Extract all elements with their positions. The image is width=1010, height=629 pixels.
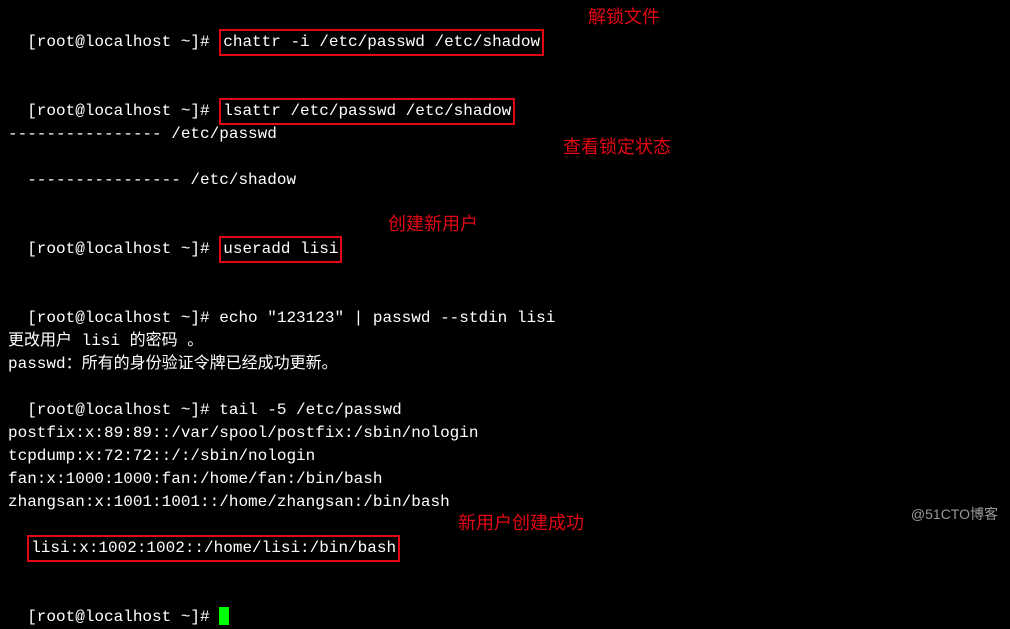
terminal-output: ---------------- /etc/passwd — [8, 123, 1010, 146]
terminal-line[interactable]: [root@localhost ~]# — [8, 583, 1010, 629]
terminal-output: passwd：所有的身份验证令牌已经成功更新。 — [8, 353, 1010, 376]
shell-prompt: [root@localhost ~]# — [27, 33, 219, 51]
cmd-chattr: chattr -i /etc/passwd /etc/shadow — [219, 29, 544, 56]
terminal-line: [root@localhost ~]# chattr -i /etc/passw… — [8, 8, 1010, 77]
shell-prompt: [root@localhost ~]# — [27, 102, 219, 120]
output-lisi: lisi:x:1002:1002::/home/lisi:/bin/bash — [27, 535, 400, 562]
shell-prompt: [root@localhost ~]# — [27, 401, 219, 419]
cmd-tail: tail -5 /etc/passwd — [219, 401, 401, 419]
terminal-output: ---------------- /etc/shadow — [27, 171, 296, 189]
terminal-output: 更改用户 lisi 的密码 。 — [8, 330, 1010, 353]
terminal-output: tcpdump:x:72:72::/:/sbin/nologin — [8, 445, 1010, 468]
annotation-unlock: 解锁文件 — [588, 6, 660, 29]
watermark: @51CTO博客 — [911, 503, 998, 526]
terminal-output: postfix:x:89:89::/var/spool/postfix:/sbi… — [8, 422, 1010, 445]
shell-prompt: [root@localhost ~]# — [27, 608, 219, 626]
annotation-check-lock: 查看锁定状态 — [563, 136, 671, 159]
terminal-line: ---------------- /etc/shadow 查看锁定状态 — [8, 146, 1010, 215]
terminal-line: [root@localhost ~]# tail -5 /etc/passwd — [8, 376, 1010, 422]
terminal-output: zhangsan:x:1001:1001::/home/zhangsan:/bi… — [8, 491, 1010, 514]
cmd-passwd: echo "123123" | passwd --stdin lisi — [219, 309, 555, 327]
cmd-useradd: useradd lisi — [219, 236, 342, 263]
terminal-line: [root@localhost ~]# lsattr /etc/passwd /… — [8, 77, 1010, 123]
cmd-lsattr: lsattr /etc/passwd /etc/shadow — [219, 98, 515, 125]
shell-prompt: [root@localhost ~]# — [27, 309, 219, 327]
terminal-line: [root@localhost ~]# useradd lisi 创建新用户 — [8, 215, 1010, 284]
terminal-line: [root@localhost ~]# echo "123123" | pass… — [8, 284, 1010, 330]
terminal-line: lisi:x:1002:1002::/home/lisi:/bin/bash 新… — [8, 514, 1010, 583]
annotation-user-created: 新用户创建成功 — [458, 512, 584, 535]
annotation-create-user: 创建新用户 — [388, 213, 478, 236]
terminal-output: fan:x:1000:1000:fan:/home/fan:/bin/bash — [8, 468, 1010, 491]
cursor-block — [219, 607, 229, 625]
shell-prompt: [root@localhost ~]# — [27, 240, 219, 258]
